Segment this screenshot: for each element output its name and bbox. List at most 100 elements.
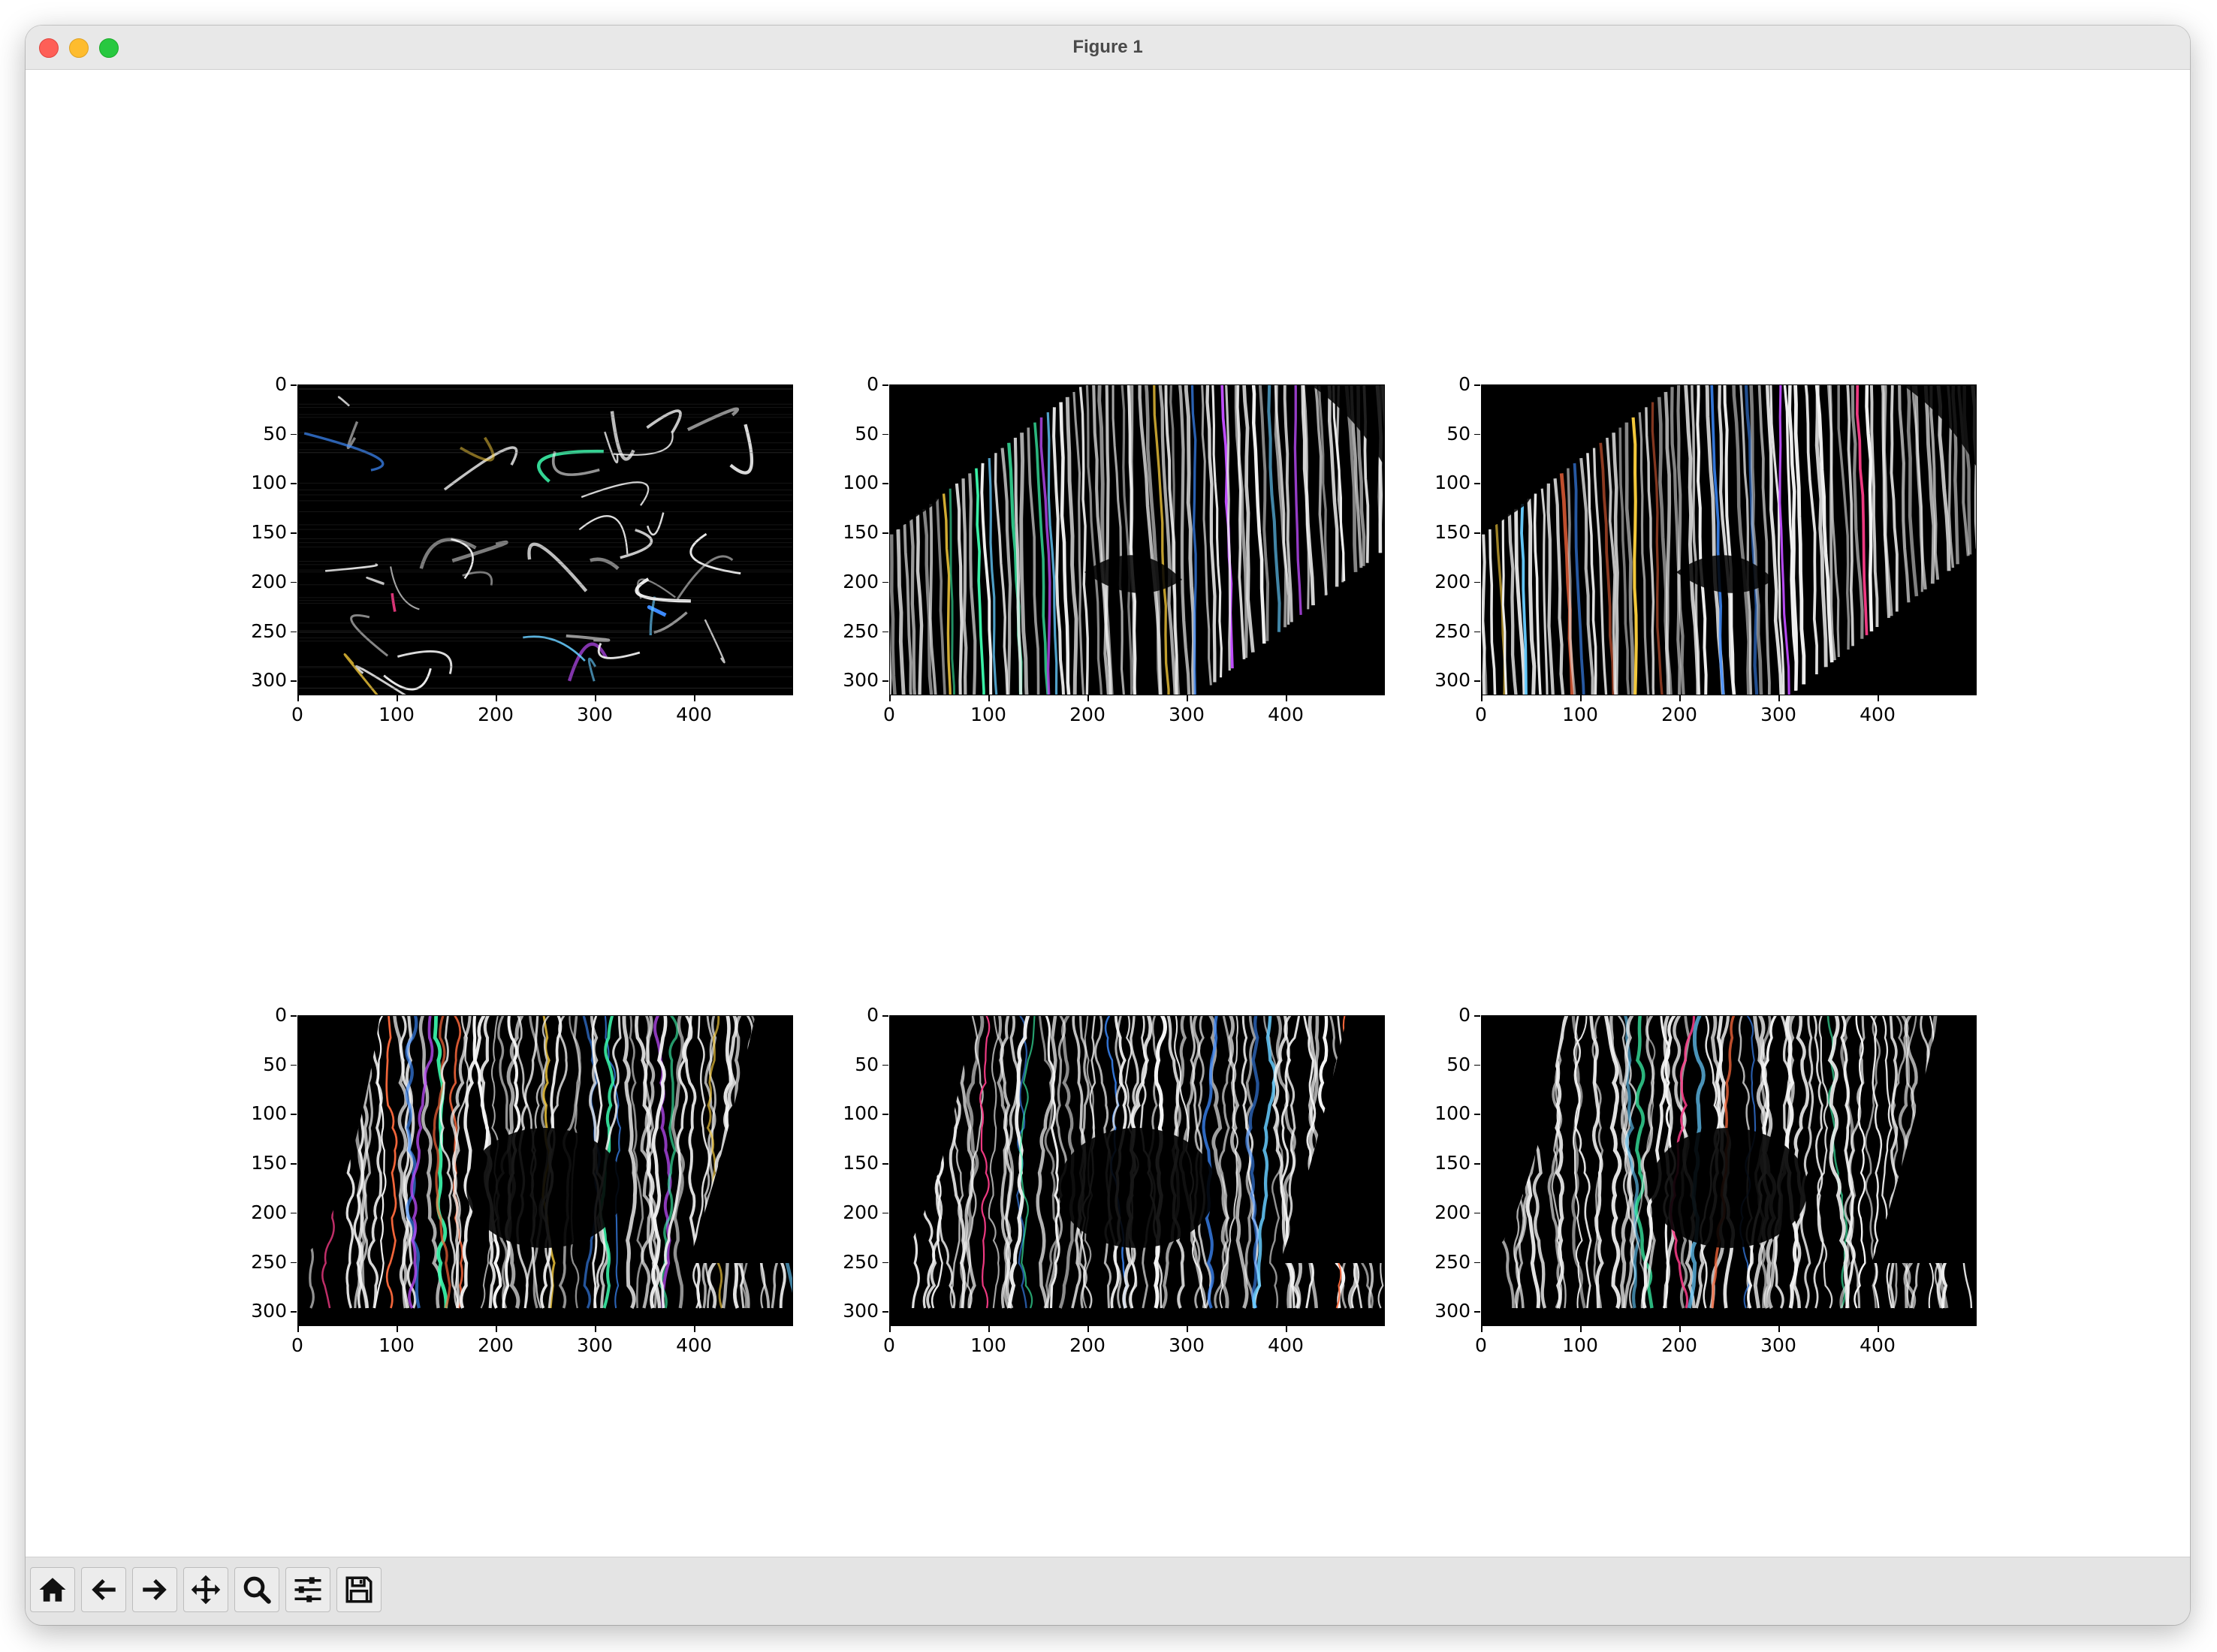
x-tick-label: 0 bbox=[883, 1334, 895, 1356]
x-tick-label: 0 bbox=[291, 704, 303, 725]
x-tick-label: 200 bbox=[1069, 1334, 1105, 1356]
y-tick-label: 300 bbox=[843, 669, 879, 692]
y-tick-label: 0 bbox=[867, 373, 879, 395]
y-tick-mark bbox=[882, 1064, 888, 1066]
y-tick-mark bbox=[1474, 1114, 1480, 1115]
x-tick-label: 200 bbox=[478, 704, 514, 725]
home-icon bbox=[39, 1578, 66, 1602]
x-tick-mark bbox=[1481, 1326, 1483, 1332]
subplot-5: 0 50 100 150 200 250 300 0 100 200 300 400 bbox=[843, 1005, 1385, 1356]
back-button[interactable] bbox=[81, 1567, 126, 1612]
figure-window: Figure 1 0 50 100 150 200 250 300 0 100 200 300 400… bbox=[26, 26, 2190, 1625]
y-tick-mark bbox=[1474, 680, 1480, 682]
x-tick-mark bbox=[1778, 695, 1780, 701]
arrow-left-icon bbox=[92, 1579, 116, 1600]
y-tick-mark bbox=[291, 1064, 297, 1066]
y-tick-mark bbox=[1474, 1311, 1480, 1313]
x-tick-mark bbox=[1580, 1326, 1582, 1332]
y-tick-mark bbox=[291, 1212, 297, 1214]
x-tick-mark bbox=[1580, 695, 1582, 701]
x-tick-mark bbox=[297, 1326, 299, 1332]
x-tick-label: 200 bbox=[1069, 704, 1105, 725]
x-tick-mark bbox=[496, 695, 497, 701]
x-tick-label: 100 bbox=[1562, 1334, 1598, 1356]
save-button[interactable] bbox=[336, 1567, 382, 1612]
y-tick-label: 100 bbox=[1434, 472, 1470, 494]
sliders-icon bbox=[294, 1577, 321, 1602]
x-tick-label: 0 bbox=[1475, 1334, 1487, 1356]
x-tick-mark bbox=[1679, 695, 1681, 701]
home-button[interactable] bbox=[30, 1567, 75, 1612]
y-tick-label: 300 bbox=[251, 669, 287, 692]
x-tick-mark bbox=[1481, 695, 1483, 701]
y-tick-mark bbox=[291, 1311, 297, 1313]
x-tick-label: 400 bbox=[1268, 704, 1304, 725]
figure-canvas[interactable]: 0 50 100 150 200 250 300 0 100 200 300 400 0 50 100 15… bbox=[26, 70, 2190, 1557]
image-panel bbox=[889, 384, 1385, 695]
y-tick-mark bbox=[291, 1163, 297, 1165]
y-tick-label: 50 bbox=[1446, 1053, 1470, 1075]
x-tick-mark bbox=[1679, 1326, 1681, 1332]
x-tick-mark bbox=[889, 1326, 891, 1332]
y-tick-label: 250 bbox=[1434, 1250, 1470, 1273]
x-tick-label: 300 bbox=[577, 1334, 613, 1356]
y-tick-mark bbox=[1474, 433, 1480, 436]
pan-button[interactable] bbox=[183, 1567, 228, 1612]
y-tick-mark bbox=[291, 1262, 297, 1264]
y-tick-label: 100 bbox=[1434, 1102, 1470, 1125]
y-tick-label: 0 bbox=[1458, 1004, 1470, 1026]
subplot-3: 0 50 100 150 200 250 300 0 100 200 300 400 bbox=[1434, 374, 1977, 725]
y-tick-label: 300 bbox=[1434, 1300, 1470, 1322]
x-tick-mark bbox=[397, 1326, 398, 1332]
y-tick-label: 150 bbox=[251, 521, 287, 544]
x-tick-mark bbox=[1187, 1326, 1188, 1332]
x-tick-label: 400 bbox=[676, 1334, 712, 1356]
y-tick-mark bbox=[1474, 631, 1480, 633]
image-panel bbox=[297, 384, 793, 695]
x-tick-mark bbox=[595, 1326, 596, 1332]
x-tick-mark bbox=[1878, 1326, 1879, 1332]
y-tick-mark bbox=[882, 1114, 888, 1115]
y-tick-mark bbox=[1474, 1262, 1480, 1264]
x-tick-mark bbox=[397, 695, 398, 701]
y-tick-label: 200 bbox=[1434, 570, 1470, 592]
y-tick-mark bbox=[882, 483, 888, 484]
magnifier-icon bbox=[243, 1576, 271, 1604]
forward-button[interactable] bbox=[132, 1567, 177, 1612]
y-tick-mark bbox=[291, 1114, 297, 1115]
x-tick-label: 300 bbox=[1169, 704, 1205, 725]
x-tick-label: 200 bbox=[1661, 704, 1697, 725]
y-tick-mark bbox=[882, 631, 888, 633]
x-tick-mark bbox=[1286, 695, 1287, 701]
x-tick-label: 400 bbox=[1860, 704, 1896, 725]
subplot-1: 0 50 100 150 200 250 300 0 100 200 300 400 bbox=[251, 374, 793, 725]
y-tick-mark bbox=[882, 581, 888, 583]
y-tick-label: 0 bbox=[867, 1004, 879, 1026]
subplot-2: 0 50 100 150 200 250 300 0 100 200 300 400 bbox=[843, 374, 1385, 725]
y-tick-label: 200 bbox=[843, 1201, 879, 1223]
floppy-disk-icon bbox=[345, 1576, 373, 1603]
y-tick-mark bbox=[291, 680, 297, 682]
zoom-button[interactable] bbox=[234, 1567, 279, 1612]
y-tick-mark bbox=[882, 1015, 888, 1017]
y-tick-mark bbox=[882, 1262, 888, 1264]
image-panel bbox=[1481, 1015, 1977, 1326]
y-tick-label: 200 bbox=[1434, 1201, 1470, 1223]
configure-subplots-button[interactable] bbox=[285, 1567, 330, 1612]
y-tick-mark bbox=[1474, 1064, 1480, 1066]
subplot-6: 0 50 100 150 200 250 300 0 100 200 300 400 bbox=[1434, 1005, 1977, 1356]
x-tick-mark bbox=[1187, 695, 1188, 701]
x-tick-label: 0 bbox=[291, 1334, 303, 1356]
y-tick-mark bbox=[291, 1015, 297, 1017]
x-tick-label: 400 bbox=[1860, 1334, 1896, 1356]
x-tick-label: 100 bbox=[379, 1334, 415, 1356]
y-tick-label: 50 bbox=[1446, 422, 1470, 445]
subplot-4: 0 50 100 150 200 250 300 0 100 200 300 400 bbox=[251, 1005, 793, 1356]
x-tick-mark bbox=[988, 695, 990, 701]
y-tick-mark bbox=[291, 384, 297, 386]
x-tick-label: 100 bbox=[970, 704, 1006, 725]
x-tick-label: 0 bbox=[883, 704, 895, 725]
y-tick-mark bbox=[291, 483, 297, 484]
navigation-toolbar bbox=[26, 1557, 2190, 1625]
x-tick-mark bbox=[1087, 695, 1089, 701]
